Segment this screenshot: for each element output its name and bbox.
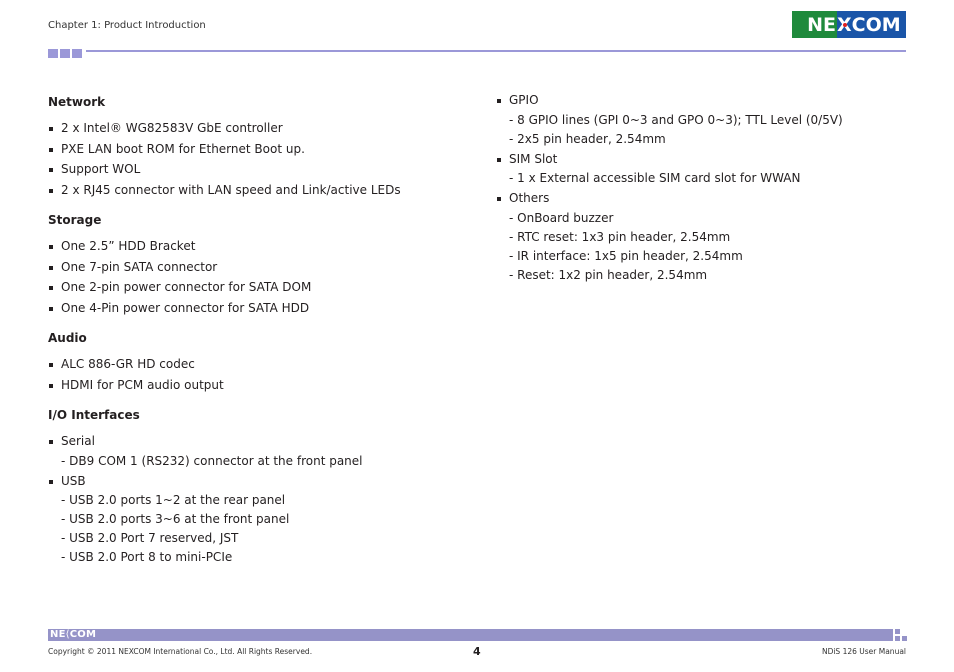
- sub-list: - DB9 COM 1 (RS232) connector at the fro…: [61, 452, 468, 471]
- logo-text-right: COM: [851, 13, 901, 36]
- list-item: USB - USB 2.0 ports 1~2 at the rear panel…: [48, 471, 468, 568]
- sub-list: - 1 x External accessible SIM card slot …: [509, 169, 916, 188]
- section-heading: Storage: [48, 213, 102, 227]
- left-column: Network 2 x Intel® WG82583V GbE controlle…: [48, 92, 468, 577]
- header-rule: [86, 50, 906, 52]
- sub-item: - USB 2.0 ports 1~2 at the rear panel: [61, 493, 286, 507]
- copyright-text: Copyright © 2011 NEXCOM International Co…: [48, 647, 313, 656]
- footer-square: [895, 636, 900, 641]
- sub-list: - USB 2.0 ports 1~2 at the rear panel - U…: [61, 491, 468, 567]
- manual-title: NDiS 126 User Manual: [821, 647, 906, 656]
- list-item-label: SIM Slot: [509, 151, 558, 166]
- bullet-list: One 2.5” HDD Bracket One 7-pin SATA conne…: [48, 236, 468, 318]
- footer-square: [895, 629, 900, 634]
- sub-item: - USB 2.0 Port 7 reserved, JST: [61, 531, 239, 545]
- right-column: GPIO - 8 GPIO lines (GPI 0~3 and GPO 0~3)…: [496, 92, 916, 295]
- list-item: GPIO - 8 GPIO lines (GPI 0~3 and GPO 0~3)…: [496, 90, 916, 149]
- sub-item: - IR interface: 1x5 pin header, 2.54mm: [509, 248, 743, 263]
- list-item: 2 x Intel® WG82583V GbE controller: [48, 118, 468, 139]
- logo-red-dot: [843, 22, 847, 27]
- list-item: Support WOL: [48, 159, 468, 180]
- header-squares-decoration: [48, 49, 82, 58]
- list-item: Others - OnBoard buzzer - RTC reset: 1x3 p…: [496, 188, 916, 285]
- sub-item: - USB 2.0 ports 3~6 at the front panel: [61, 512, 290, 526]
- list-item: One 2.5” HDD Bracket: [48, 236, 468, 257]
- footer-logo: NE⟨COM: [50, 629, 97, 640]
- list-item-label: Support WOL: [61, 162, 141, 176]
- bullet-list: Serial - DB9 COM 1 (RS232) connector at t…: [48, 431, 468, 567]
- sub-item: - 2x5 pin header, 2.54mm: [509, 131, 666, 146]
- logo-x: X: [837, 14, 852, 36]
- list-item-label: Serial: [61, 434, 95, 448]
- list-item: PXE LAN boot ROM for Ethernet Boot up.: [48, 139, 468, 160]
- bullet-list: 2 x Intel® WG82583V GbE controller PXE LA…: [48, 118, 468, 200]
- list-item-label: HDMI for PCM audio output: [61, 377, 224, 392]
- list-item-label: One 2-pin power connector for SATA DOM: [61, 280, 312, 294]
- list-item: One 7-pin SATA connector: [48, 257, 468, 278]
- list-item-label: GPIO: [509, 93, 539, 107]
- list-item-label: One 2.5” HDD Bracket: [61, 239, 196, 253]
- section-heading: Network: [48, 95, 106, 109]
- list-item-label: PXE LAN boot ROM for Ethernet Boot up.: [61, 141, 305, 156]
- list-item-label: Others: [509, 191, 550, 205]
- list-item: One 4-Pin power connector for SATA HDD: [48, 298, 468, 319]
- list-item: One 2-pin power connector for SATA DOM: [48, 277, 468, 298]
- footer-bar: [48, 629, 893, 641]
- bullet-list: GPIO - 8 GPIO lines (GPI 0~3 and GPO 0~3)…: [496, 90, 916, 285]
- sub-list: - 8 GPIO lines (GPI 0~3 and GPO 0~3); TT…: [509, 111, 916, 149]
- nexcom-logo: NE XCOM: [792, 11, 906, 38]
- sub-item: - Reset: 1x2 pin header, 2.54mm: [509, 267, 708, 282]
- section: Audio ALC 886-GR HD codec HDMI for PCM aud…: [48, 328, 468, 395]
- sub-item: - DB9 COM 1 (RS232) connector at the fro…: [61, 453, 363, 468]
- section: I/O Interfaces Serial - DB9 COM 1 (RS232) …: [48, 405, 468, 567]
- sub-list: - OnBoard buzzer - RTC reset: 1x3 pin hea…: [509, 209, 916, 285]
- list-item-label: One 7-pin SATA connector: [61, 259, 218, 274]
- section: Network 2 x Intel® WG82583V GbE controlle…: [48, 92, 468, 200]
- sub-item: - OnBoard buzzer: [509, 210, 614, 225]
- section-heading: Audio: [48, 331, 87, 345]
- footer-square: [902, 636, 907, 641]
- sub-item: - 1 x External accessible SIM card slot …: [509, 171, 801, 185]
- chapter-title: Chapter 1: Product Introduction: [48, 20, 206, 31]
- page-number: 4: [473, 645, 481, 658]
- list-item-label: 2 x Intel® WG82583V GbE controller: [61, 121, 283, 135]
- sub-item: - 8 GPIO lines (GPI 0~3 and GPO 0~3); TT…: [509, 112, 843, 127]
- section-heading: I/O Interfaces: [48, 408, 140, 422]
- list-item: Serial - DB9 COM 1 (RS232) connector at t…: [48, 431, 468, 471]
- list-item-label: ALC 886-GR HD codec: [61, 357, 195, 371]
- list-item-label: 2 x RJ45 connector with LAN speed and Li…: [61, 182, 401, 197]
- section: GPIO - 8 GPIO lines (GPI 0~3 and GPO 0~3)…: [496, 90, 916, 285]
- list-item-label: One 4-Pin power connector for SATA HDD: [61, 300, 310, 315]
- list-item: ALC 886-GR HD codec: [48, 354, 468, 375]
- list-item: HDMI for PCM audio output: [48, 375, 468, 396]
- section: Storage One 2.5” HDD Bracket One 7-pin SAT…: [48, 210, 468, 318]
- bullet-list: ALC 886-GR HD codec HDMI for PCM audio ou…: [48, 354, 468, 395]
- logo-text-left: NE: [807, 13, 836, 36]
- sub-item: - USB 2.0 Port 8 to mini-PCIe: [61, 550, 233, 564]
- list-item-label: USB: [61, 473, 86, 488]
- list-item: 2 x RJ45 connector with LAN speed and Li…: [48, 180, 468, 201]
- sub-item: - RTC reset: 1x3 pin header, 2.54mm: [509, 229, 731, 244]
- list-item: SIM Slot - 1 x External accessible SIM ca…: [496, 149, 916, 189]
